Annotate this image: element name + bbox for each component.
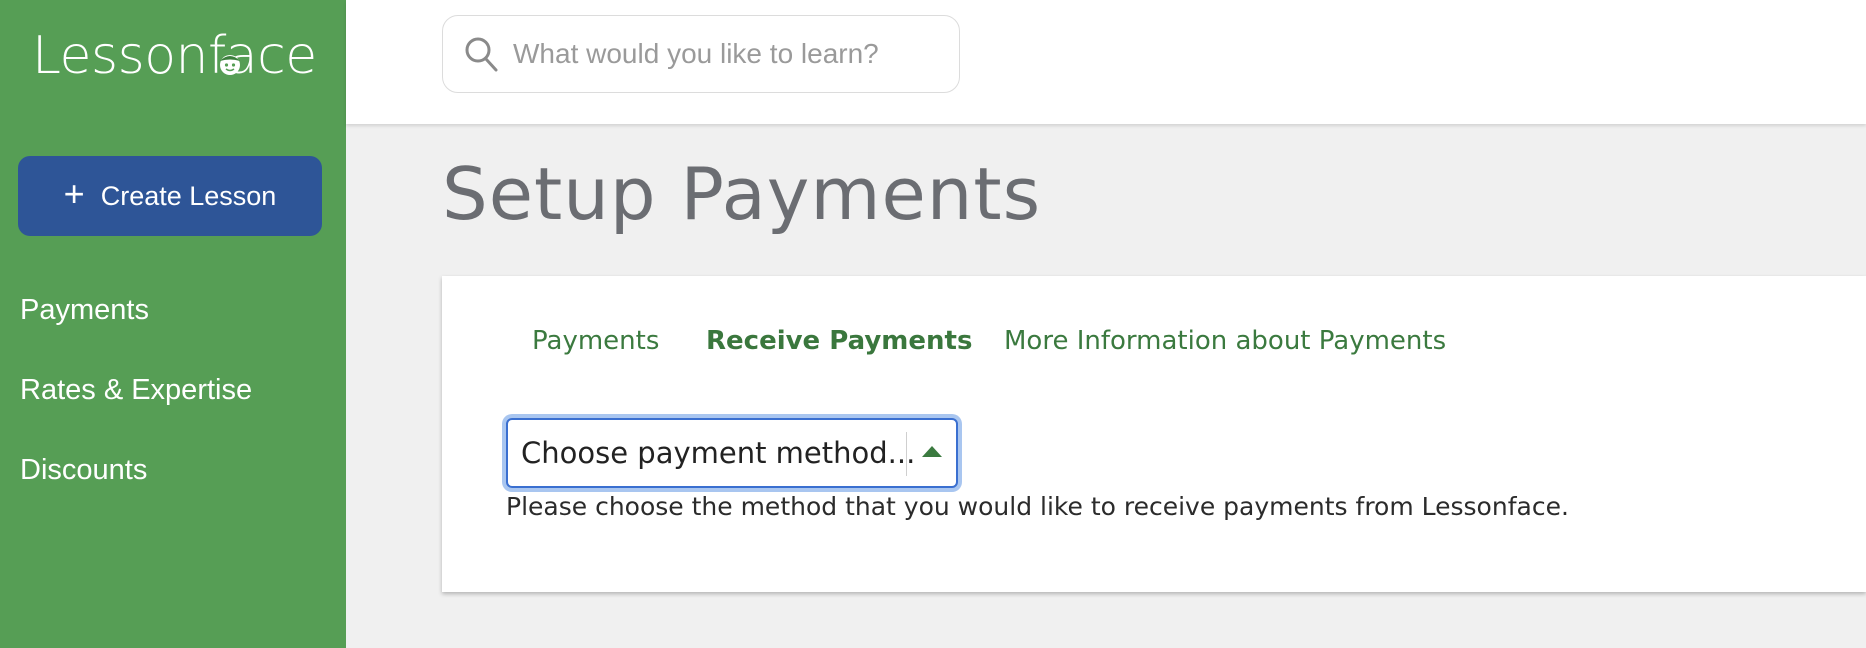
page-title: Setup Payments (442, 152, 1042, 236)
sidebar: Lessonface + Create Lesson Payments Rate… (0, 0, 346, 648)
create-lesson-button[interactable]: + Create Lesson (18, 156, 322, 236)
payment-method-select[interactable]: Choose payment method... (506, 418, 958, 488)
select-divider (906, 432, 907, 476)
brand-logo[interactable]: Lessonface (32, 24, 317, 88)
tab-receive-payments[interactable]: Receive Payments (706, 326, 972, 356)
chevron-up-icon[interactable] (922, 446, 942, 457)
payment-method-value: Choose payment method... (521, 436, 916, 470)
search-icon (465, 37, 498, 72)
brand-name: Lessonface (32, 26, 317, 86)
create-lesson-label: Create Lesson (100, 180, 277, 211)
payment-method-help: Please choose the method that you would … (506, 492, 1569, 521)
top-bar (346, 0, 1866, 124)
sidebar-item-discounts[interactable]: Discounts (20, 454, 147, 487)
payments-card: Payments Receive Payments More Informati… (442, 276, 1866, 592)
sidebar-item-rates-expertise[interactable]: Rates & Expertise (20, 374, 252, 407)
face-icon (220, 55, 240, 75)
sidebar-item-payments[interactable]: Payments (20, 294, 149, 327)
plus-icon: + (63, 173, 85, 214)
tab-more-information[interactable]: More Information about Payments (1004, 326, 1446, 356)
tab-payments[interactable]: Payments (532, 326, 659, 356)
search-input[interactable] (513, 32, 933, 76)
search-box[interactable] (442, 15, 960, 93)
